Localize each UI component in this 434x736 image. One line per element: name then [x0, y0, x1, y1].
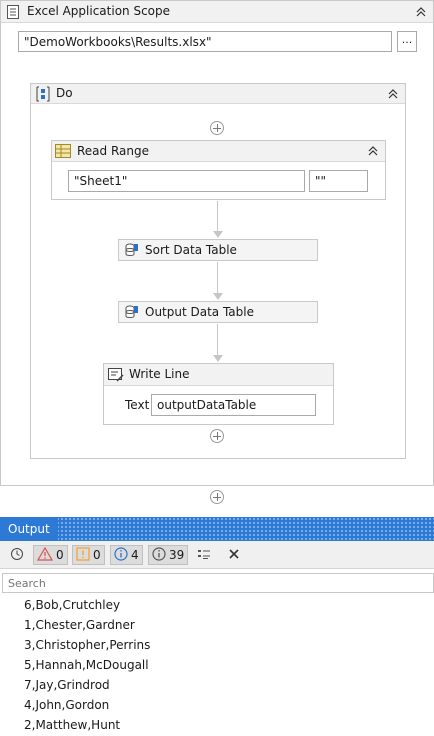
- log-line: 6,Bob,Crutchley: [24, 598, 121, 612]
- designer-canvas: Excel Application Scope ... Do: [0, 0, 434, 515]
- collapse-icon[interactable]: [387, 88, 399, 100]
- output-panel-title: Output: [0, 517, 58, 541]
- output-log-list: 6,Bob,Crutchley 1,Chester,Gardner 3,Chri…: [0, 595, 434, 736]
- error-icon: [36, 546, 54, 564]
- errors-filter[interactable]: 0: [33, 545, 68, 565]
- log-line: 3,Christopher,Perrins: [24, 638, 151, 652]
- trace-filter[interactable]: 39: [148, 545, 189, 565]
- connector-arrow: [213, 355, 223, 362]
- excel-application-scope[interactable]: Excel Application Scope ... Do: [0, 0, 434, 486]
- connector-line: [217, 324, 218, 355]
- sort-data-table-activity[interactable]: Sort Data Table: [118, 239, 318, 261]
- clock-icon: [10, 547, 24, 564]
- write-line-header[interactable]: Write Line: [104, 364, 333, 386]
- read-range-header[interactable]: Read Range: [52, 141, 385, 162]
- collapse-icon[interactable]: [367, 145, 379, 157]
- output-panel: Output 0 0 4 39 Search 6,Bob,Crutchley 1…: [0, 517, 434, 736]
- text-label: Text: [125, 398, 150, 412]
- datatable-icon: [125, 243, 139, 260]
- range-input[interactable]: [309, 170, 368, 192]
- sort-data-table-title: Sort Data Table: [145, 243, 237, 257]
- excel-scope-icon: [7, 5, 19, 19]
- output-toolbar: 0 0 4 39: [0, 541, 434, 569]
- read-range-activity[interactable]: Read Range: [51, 140, 386, 200]
- write-line-activity[interactable]: Write Line Text: [103, 363, 334, 425]
- trace-count: 39: [169, 548, 185, 562]
- list-details-icon: [197, 547, 211, 564]
- connector-arrow: [213, 293, 223, 300]
- connector-line: [217, 201, 218, 231]
- warning-icon: [76, 546, 90, 564]
- timestamp-toggle[interactable]: [6, 545, 28, 565]
- errors-count: 0: [56, 548, 64, 562]
- output-panel-titlebar[interactable]: Output: [0, 517, 434, 541]
- read-range-title: Read Range: [77, 144, 149, 158]
- write-line-icon: [108, 368, 124, 382]
- output-data-table-title: Output Data Table: [145, 305, 254, 319]
- read-range-icon: [55, 144, 71, 158]
- sheet-name-input[interactable]: [68, 170, 305, 192]
- scope-title: Excel Application Scope: [27, 4, 171, 18]
- connector-line: [217, 262, 218, 293]
- browse-button-label: ...: [401, 33, 413, 46]
- log-line: 7,Jay,Grindrod: [24, 678, 110, 692]
- add-activity-icon[interactable]: [210, 429, 224, 443]
- clear-button[interactable]: [224, 545, 244, 565]
- write-line-text-input[interactable]: [151, 394, 316, 416]
- close-icon: [228, 548, 240, 563]
- info-icon: [114, 546, 128, 564]
- add-activity-icon[interactable]: [210, 490, 224, 504]
- output-data-table-activity[interactable]: Output Data Table: [118, 301, 318, 323]
- do-sequence[interactable]: Do Read Range "Sheet1" "" Sort Data Tabl…: [30, 83, 406, 459]
- connector-arrow: [213, 231, 223, 238]
- do-header[interactable]: Do: [31, 84, 405, 104]
- warnings-count: 0: [93, 548, 101, 562]
- output-search-input[interactable]: [2, 573, 434, 593]
- do-title: Do: [56, 86, 73, 100]
- trace-icon: [152, 546, 166, 564]
- info-filter[interactable]: 4: [110, 545, 143, 565]
- show-details-button[interactable]: [193, 545, 215, 565]
- browse-button[interactable]: ...: [397, 31, 417, 52]
- workbook-path-input[interactable]: [18, 31, 392, 52]
- warnings-filter[interactable]: 0: [72, 545, 105, 565]
- add-activity-icon[interactable]: [210, 121, 224, 135]
- datatable-icon: [125, 305, 139, 322]
- log-line: 5,Hannah,McDougall: [24, 658, 149, 672]
- log-line: 4,John,Gordon: [24, 698, 110, 712]
- write-line-title: Write Line: [129, 367, 190, 381]
- scope-header[interactable]: Excel Application Scope: [1, 1, 433, 23]
- log-line: 1,Chester,Gardner: [24, 618, 135, 632]
- info-count: 4: [131, 548, 139, 562]
- sequence-icon: [36, 86, 50, 102]
- collapse-icon[interactable]: [415, 6, 427, 18]
- log-line: 2,Matthew,Hunt: [24, 718, 121, 732]
